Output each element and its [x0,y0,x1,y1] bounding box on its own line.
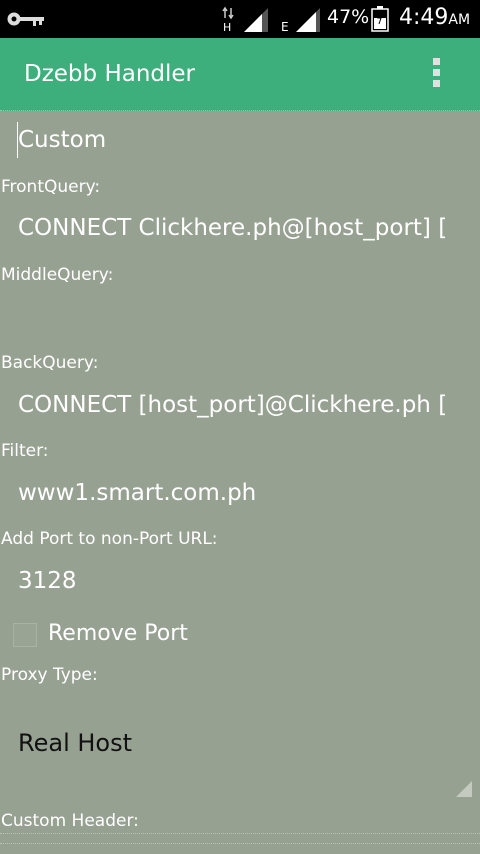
signal-icon-2 [296,8,320,32]
middle-query-label: MiddleQuery: [1,265,114,285]
proxy-type-spinner[interactable]: Real Host [18,729,132,757]
middle-query-input[interactable] [18,303,462,335]
clock-time: 4:49 [399,5,449,30]
filter-label: Filter: [1,441,49,461]
settings-form: Custom FrontQuery: CONNECT Clickhere.ph@… [0,111,480,854]
preset-input[interactable]: Custom [18,127,462,153]
signal-icon [244,8,268,32]
network-type-label: H [223,21,231,32]
proxy-type-label: Proxy Type: [1,665,98,685]
dropdown-corner-icon [456,781,472,797]
key-icon [7,12,44,26]
battery-icon [371,6,389,32]
clock-ampm: AM [448,12,471,28]
network-type-label-2: E [281,20,289,32]
status-bar: H E 47% 4:49AM [0,0,480,38]
custom-header-divider [0,833,480,834]
remove-port-checkbox[interactable] [13,623,37,647]
action-bar: Dzebb Handler [0,38,480,111]
remove-port-label[interactable]: Remove Port [48,621,188,646]
overflow-menu-icon[interactable] [430,58,442,92]
add-port-input[interactable]: 3128 [18,568,462,594]
custom-header-divider-2 [0,843,480,844]
front-query-label: FrontQuery: [1,177,101,197]
back-query-label: BackQuery: [1,353,99,373]
battery-percent: 47% [327,6,370,28]
add-port-label: Add Port to non-Port URL: [1,529,218,549]
network-e-icon: E [281,20,289,32]
custom-header-label: Custom Header: [1,811,139,831]
data-arrows-icon: H [222,6,234,32]
front-query-input[interactable]: CONNECT Clickhere.ph@[host_port] [ [18,215,462,241]
clock: 4:49AM [399,5,470,30]
filter-input[interactable]: www1.smart.com.ph [18,480,462,506]
back-query-input[interactable]: CONNECT [host_port]@Clickhere.ph [ [18,392,462,418]
app-title: Dzebb Handler [24,61,196,87]
screen: H E 47% 4:49AM Dzebb Handler Custom Fron… [0,0,480,854]
